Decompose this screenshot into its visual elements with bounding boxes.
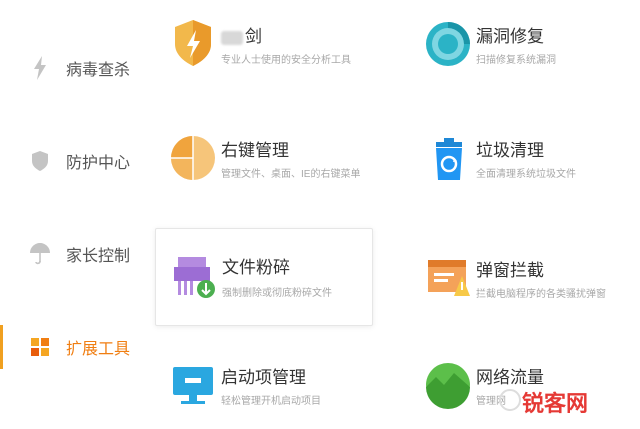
tool-context-menu[interactable]: 右键管理 管理文件、桌面、IE的右键菜单 [155, 116, 373, 196]
tool-name: 剑 [245, 27, 262, 46]
sidebar-item-virus-scan[interactable]: 病毒查杀 [0, 38, 150, 98]
tool-desc: 专业人士使用的安全分析工具 [221, 55, 351, 66]
tool-name: 漏洞修复 [476, 27, 544, 46]
tool-name: 垃圾清理 [476, 141, 544, 160]
tool-desc: 强制删除或彻底粉碎文件 [222, 288, 332, 299]
sidebar-item-extension-tools[interactable]: 扩展工具 [0, 317, 150, 377]
tool-file-shred[interactable]: 文件粉碎 强制删除或彻底粉碎文件 [155, 228, 373, 326]
tool-desc: 轻松管理开机启动项目 [221, 396, 321, 407]
toolbox-icon [30, 336, 50, 358]
sword-shield-icon [165, 14, 221, 70]
tool-security-analysis[interactable]: 剑 专业人士使用的安全分析工具 [155, 2, 373, 82]
vulnerability-repair-icon [420, 14, 476, 70]
tool-vuln-repair[interactable]: 漏洞修复 扫描修复系统漏洞 [410, 2, 625, 82]
shredder-icon [166, 247, 222, 303]
sidebar-item-label: 病毒查杀 [66, 62, 131, 79]
sidebar-item-parental-control[interactable]: 家长控制 [0, 224, 150, 284]
monitor-startup-icon [165, 355, 221, 411]
context-menu-icon [165, 128, 221, 184]
tool-name: 文件粉碎 [222, 258, 290, 277]
trash-bin-icon [420, 128, 476, 184]
tool-junk-clean[interactable]: 垃圾清理 全面清理系统垃圾文件 [410, 116, 625, 196]
shield-icon [30, 150, 50, 172]
sidebar-item-label: 防护中心 [66, 155, 131, 172]
umbrella-icon [30, 243, 50, 265]
tool-name: 弹窗拦截 [476, 261, 544, 280]
tool-name: 启动项管理 [221, 368, 306, 387]
tool-desc: 管理文件、桌面、IE的右键菜单 [221, 169, 361, 180]
tool-desc: 拦截电脑程序的各类骚扰弹窗 [476, 289, 606, 300]
sidebar-item-protection[interactable]: 防护中心 [0, 131, 150, 191]
sidebar-item-label: 家长控制 [66, 248, 131, 265]
popup-block-icon [420, 248, 476, 304]
sidebar-item-label: 扩展工具 [66, 341, 131, 358]
tool-popup-block[interactable]: 弹窗拦截 拦截电脑程序的各类骚扰弹窗 [410, 236, 625, 316]
chat-bubble-icon [498, 388, 522, 412]
tool-name: 右键管理 [221, 141, 289, 160]
tool-desc: 扫描修复系统漏洞 [476, 55, 556, 66]
tool-startup-mgr[interactable]: 启动项管理 轻松管理开机启动项目 [155, 343, 373, 423]
tool-desc: 全面清理系统垃圾文件 [476, 169, 576, 180]
watermark: 锐客网 [498, 378, 638, 424]
sidebar: 病毒查杀 防护中心 家长控制 扩展工具 [0, 0, 150, 429]
watermark-text: 锐客网 [522, 391, 589, 416]
blurred-text [221, 30, 243, 45]
lightning-icon [30, 56, 50, 80]
network-traffic-icon [420, 355, 476, 411]
